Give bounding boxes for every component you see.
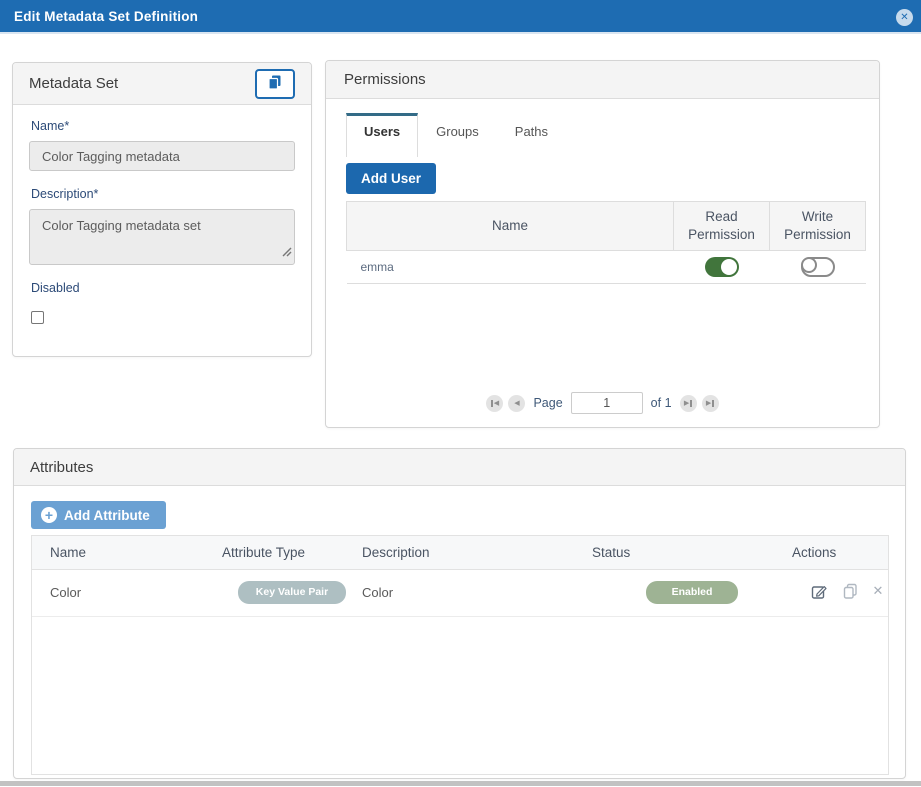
permissions-title: Permissions — [344, 71, 426, 88]
column-header-write-permission: Write Permission — [770, 202, 866, 251]
read-permission-toggle[interactable] — [705, 257, 739, 277]
add-attribute-button[interactable]: + Add Attribute — [31, 501, 166, 529]
page-label: Page — [533, 396, 562, 410]
dialog-title-bar: Edit Metadata Set Definition ✕ — [0, 0, 921, 34]
tab-paths[interactable]: Paths — [497, 113, 566, 150]
attribute-description-cell: Color — [362, 569, 592, 616]
plus-icon: + — [41, 507, 57, 523]
previous-page-button[interactable]: ◀ — [508, 395, 525, 412]
edit-icon[interactable] — [811, 583, 828, 600]
attributes-title: Attributes — [30, 459, 93, 476]
dialog-title: Edit Metadata Set Definition — [14, 9, 198, 24]
edit-metadata-set-dialog: Edit Metadata Set Definition ✕ Metadata … — [0, 0, 921, 787]
metadata-set-panel: Metadata Set Name* Description* Color Ta… — [12, 62, 312, 357]
write-permission-toggle[interactable] — [801, 257, 835, 277]
column-header-status: Status — [592, 536, 792, 569]
name-field[interactable] — [29, 141, 295, 171]
tab-groups[interactable]: Groups — [418, 113, 497, 150]
horizontal-scrollbar[interactable] — [0, 781, 921, 786]
toggle-knob — [721, 259, 737, 275]
copy-icon[interactable] — [843, 583, 858, 599]
resize-handle-icon[interactable] — [281, 244, 292, 262]
metadata-set-title: Metadata Set — [29, 75, 118, 92]
page-number-input[interactable] — [571, 392, 643, 414]
table-row: emma — [347, 251, 866, 284]
page-count-label: of 1 — [651, 396, 672, 410]
metadata-set-body: Name* Description* Color Tagging metadat… — [13, 105, 311, 329]
permissions-table-header-row: Name Read Permission Write Permission — [347, 202, 866, 251]
attributes-header: Attributes — [14, 449, 905, 486]
permissions-header: Permissions — [326, 61, 879, 99]
column-header-name: Name — [32, 536, 222, 569]
close-icon[interactable]: ✕ — [896, 9, 913, 26]
add-user-button[interactable]: Add User — [346, 163, 436, 194]
copy-icon — [267, 74, 283, 93]
row-actions: ✕ — [811, 583, 884, 600]
tab-users[interactable]: Users — [346, 113, 418, 157]
delete-icon[interactable]: ✕ — [873, 583, 884, 599]
permissions-panel: Permissions Users Groups Paths Add User … — [325, 60, 880, 428]
description-field[interactable]: Color Tagging metadata set — [29, 209, 295, 265]
disabled-label: Disabled — [31, 281, 295, 295]
table-row: Color Key Value Pair Color Enabled — [32, 569, 889, 616]
last-page-button[interactable]: ▶ — [702, 395, 719, 412]
status-badge: Enabled — [646, 581, 739, 604]
permissions-table: Name Read Permission Write Permission em… — [346, 201, 866, 284]
description-field-wrap: Color Tagging metadata set — [29, 209, 295, 265]
disabled-checkbox[interactable] — [31, 311, 44, 324]
column-header-description: Description — [362, 536, 592, 569]
attributes-table-header-row: Name Attribute Type Description Status A… — [32, 536, 889, 569]
attributes-table-container: Name Attribute Type Description Status A… — [31, 535, 889, 775]
user-name-cell: emma — [347, 251, 674, 284]
column-header-name: Name — [347, 202, 674, 251]
copy-metadata-set-button[interactable] — [255, 69, 295, 99]
attributes-panel: Attributes + Add Attribute Name Attribut… — [13, 448, 906, 779]
first-page-button[interactable]: ◀ — [486, 395, 503, 412]
pagination: ◀ ◀ Page of 1 ▶ ▶ — [326, 392, 879, 414]
description-label: Description* — [31, 187, 295, 201]
permissions-tabs: Users Groups Paths — [346, 113, 863, 150]
column-header-read-permission: Read Permission — [674, 202, 770, 251]
attribute-type-badge: Key Value Pair — [238, 581, 346, 604]
toggle-knob — [801, 257, 817, 273]
permissions-body: Users Groups Paths Add User Name Read Pe… — [326, 99, 879, 284]
metadata-set-header: Metadata Set — [13, 63, 311, 105]
column-header-actions: Actions — [792, 536, 889, 569]
column-header-attribute-type: Attribute Type — [222, 536, 362, 569]
attribute-name-cell: Color — [32, 569, 222, 616]
add-attribute-label: Add Attribute — [64, 508, 150, 523]
attributes-table: Name Attribute Type Description Status A… — [32, 536, 889, 617]
next-page-button[interactable]: ▶ — [680, 395, 697, 412]
name-label: Name* — [31, 119, 295, 133]
